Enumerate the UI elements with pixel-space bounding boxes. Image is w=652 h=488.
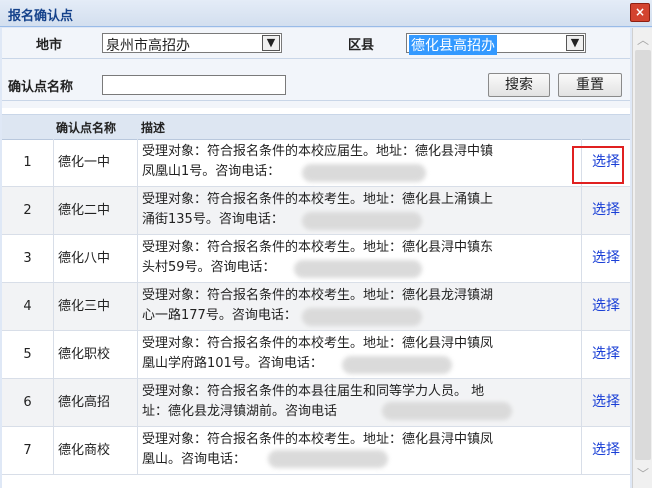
table-header: 确认点名称 描述: [2, 114, 630, 140]
scroll-up-icon[interactable]: ︿: [633, 30, 652, 50]
highlight-box: [572, 146, 624, 184]
district-label: 区县: [348, 38, 375, 53]
row-desc-line: 受理对象：符合报名条件的本校考生。地址：德化县龙浔镇湖: [142, 288, 494, 303]
row-name: 德化二中: [54, 187, 138, 234]
row-name: 德化高招: [54, 379, 138, 426]
row-desc-line: 受理对象：符合报名条件的本校应届生。地址：德化县浔中镇: [142, 144, 494, 159]
redacted-phone: [342, 356, 452, 374]
row-action: 选择: [582, 235, 630, 282]
row-desc-line: 受理对象：符合报名条件的本校考生。地址：德化县浔中镇东: [142, 240, 494, 255]
table-row: 6 德化高招 受理对象：符合报名条件的本县往届生和同等学力人员。 地 址：德化县…: [2, 379, 630, 427]
row-number: 5: [2, 331, 54, 378]
header-desc: 描述: [141, 121, 166, 135]
row-number: 1: [2, 139, 54, 186]
row-desc-line: 受理对象：符合报名条件的本校考生。地址：德化县浔中镇凤: [142, 336, 494, 351]
redacted-phone: [268, 450, 388, 468]
scroll-thumb[interactable]: [635, 50, 651, 460]
row-desc-line: 受理对象：符合报名条件的本县往届生和同等学力人员。 地: [142, 384, 485, 399]
table-row: 5 德化职校 受理对象：符合报名条件的本校考生。地址：德化县浔中镇凤 凰山学府路…: [2, 331, 630, 379]
window-title: 报名确认点: [8, 9, 74, 24]
redacted-phone: [302, 308, 422, 326]
dialog-body: 地市 泉州市高招办 ▼ 区县 德化县高招办 ▼ 确认点名称 搜索 重置 确认点名…: [2, 28, 630, 488]
redacted-phone: [382, 402, 512, 420]
row-action: 选择: [582, 283, 630, 330]
district-select-value: 德化县高招办: [409, 35, 497, 55]
row-action: 选择: [582, 331, 630, 378]
filter-row-name: 确认点名称 搜索 重置: [2, 70, 630, 101]
vertical-scrollbar[interactable]: ︿ ﹀: [632, 28, 652, 488]
row-action: 选择: [582, 427, 630, 474]
filter-row-region: 地市 泉州市高招办 ▼ 区县 德化县高招办 ▼: [2, 28, 630, 59]
point-name-input[interactable]: [102, 75, 286, 95]
row-name: 德化商校: [54, 427, 138, 474]
point-name-label: 确认点名称: [8, 80, 74, 95]
chevron-down-icon[interactable]: ▼: [566, 35, 584, 51]
filter-panel: 地市 泉州市高招办 ▼ 区县 德化县高招办 ▼ 确认点名称 搜索 重置: [2, 28, 630, 108]
redacted-phone: [294, 260, 422, 278]
row-number: 6: [2, 379, 54, 426]
select-link[interactable]: 选择: [592, 250, 620, 266]
row-desc-line: 受理对象：符合报名条件的本校考生。地址：德化县浔中镇凤: [142, 432, 494, 447]
row-number: 7: [2, 427, 54, 474]
header-name: 确认点名称: [56, 121, 117, 135]
city-label: 地市: [36, 38, 63, 53]
select-link[interactable]: 选择: [592, 202, 620, 218]
close-icon[interactable]: ×: [630, 3, 650, 22]
select-link[interactable]: 选择: [592, 346, 620, 362]
select-link[interactable]: 选择: [592, 442, 620, 458]
row-number: 3: [2, 235, 54, 282]
row-name: 德化八中: [54, 235, 138, 282]
row-name: 德化一中: [54, 139, 138, 186]
reset-button[interactable]: 重置: [558, 73, 622, 97]
select-link[interactable]: 选择: [592, 394, 620, 410]
row-name: 德化职校: [54, 331, 138, 378]
district-select[interactable]: 德化县高招办 ▼: [406, 33, 586, 55]
redacted-phone: [302, 212, 422, 230]
scroll-down-icon[interactable]: ﹀: [633, 464, 652, 484]
select-link[interactable]: 选择: [592, 298, 620, 314]
row-name: 德化三中: [54, 283, 138, 330]
title-bar: 报名确认点 ×: [0, 0, 652, 27]
row-number: 2: [2, 187, 54, 234]
row-desc: 受理对象：符合报名条件的本县往届生和同等学力人员。 地 址：德化县龙浔镇湖前。咨…: [138, 379, 582, 426]
search-button[interactable]: 搜索: [488, 73, 550, 97]
city-select-value: 泉州市高招办: [106, 38, 190, 54]
redacted-phone: [302, 164, 426, 182]
row-action: 选择: [582, 379, 630, 426]
city-select[interactable]: 泉州市高招办 ▼: [102, 33, 282, 54]
chevron-down-icon[interactable]: ▼: [262, 35, 280, 51]
row-desc-line: 受理对象：符合报名条件的本校考生。地址：德化县上涌镇上: [142, 192, 494, 207]
row-action: 选择: [582, 187, 630, 234]
row-number: 4: [2, 283, 54, 330]
